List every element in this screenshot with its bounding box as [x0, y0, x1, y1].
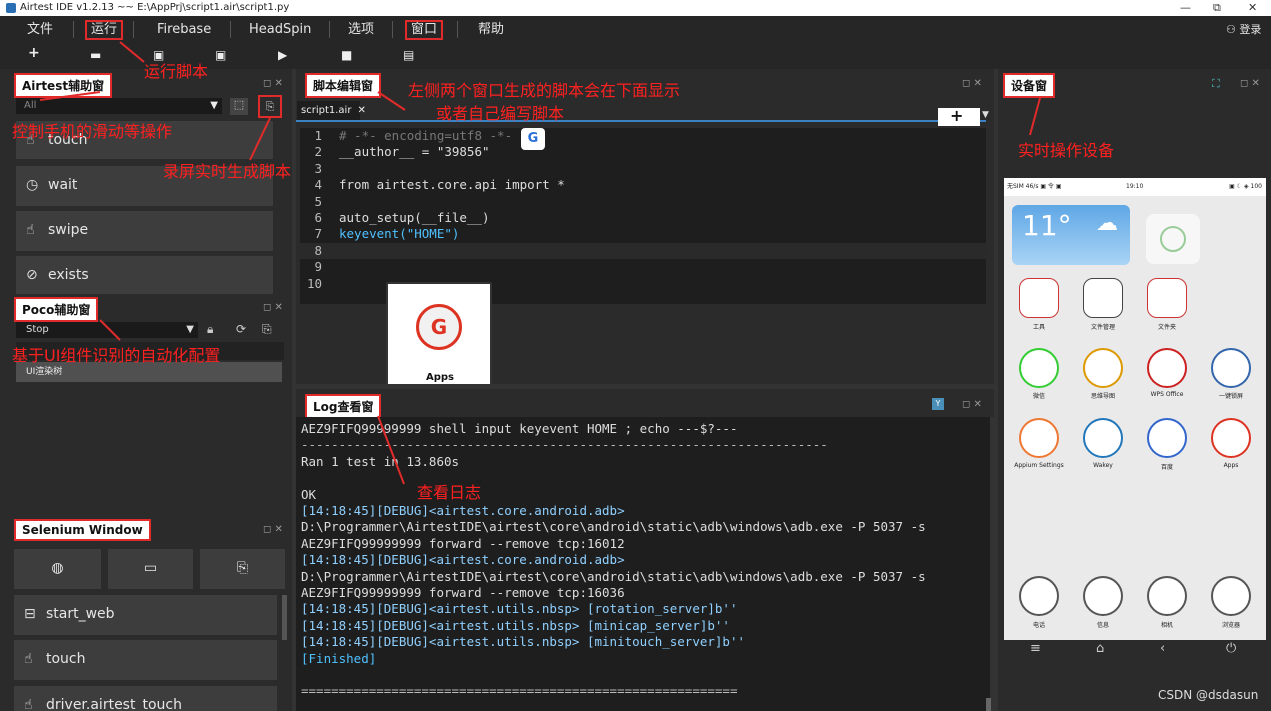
- annotation-arrows: [39, 41, 1041, 485]
- watermark: CSDN @dsdasun: [1158, 688, 1259, 702]
